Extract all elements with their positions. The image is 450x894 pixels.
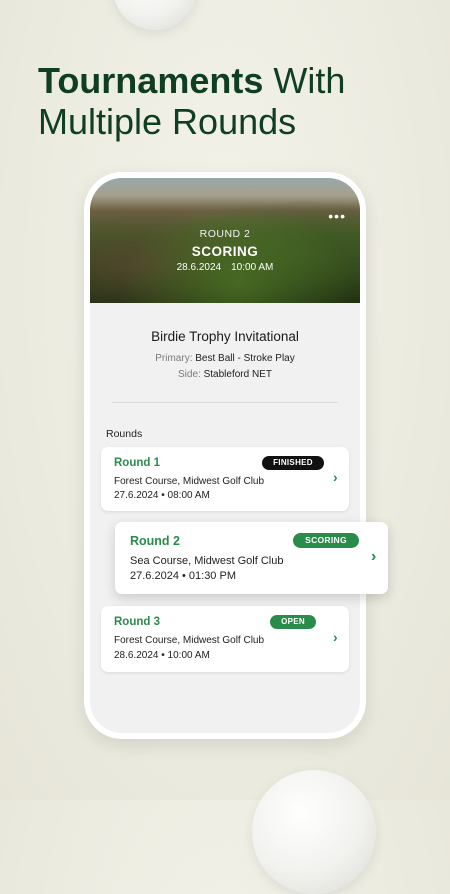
more-dots-icon[interactable]: ••• [328, 208, 346, 224]
side-format: Side: Stableford NET [90, 369, 360, 380]
hero-datetime: 28.6.2024 10:00 AM [90, 262, 360, 273]
round-datetime: 28.6.2024 • 10:00 AM [114, 650, 210, 661]
status-badge-scoring: SCORING [293, 533, 359, 548]
headline-line-2: Multiple Rounds [38, 101, 297, 142]
side-value: Stableford NET [203, 369, 272, 380]
round-course: Forest Course, Midwest Golf Club [114, 635, 265, 646]
status-badge-finished: FINISHED [262, 456, 324, 470]
divider [112, 402, 338, 403]
golf-ball-decoration [252, 770, 376, 894]
primary-label: Primary: [155, 353, 193, 364]
hero-banner: ••• ROUND 2 SCORING 28.6.2024 10:00 AM [90, 178, 360, 303]
chevron-right-icon: › [333, 469, 338, 485]
round-course: Sea Course, Midwest Golf Club [130, 555, 284, 567]
headline: Tournaments With Multiple Rounds [38, 60, 345, 142]
hero-date: 28.6.2024 [176, 262, 222, 273]
hero-time: 10:00 AM [231, 262, 274, 273]
headline-line-1: Tournaments With [38, 60, 345, 101]
side-label: Side: [178, 369, 201, 380]
round-title: Round 3 [114, 616, 160, 628]
headline-light: With [273, 60, 346, 101]
round-card-1[interactable]: Round 1 FINISHED Forest Course, Midwest … [101, 447, 349, 511]
round-title: Round 1 [114, 457, 160, 469]
round-title: Round 2 [130, 534, 180, 548]
golf-ball-decoration [113, 0, 197, 30]
round-card-2[interactable]: Round 2 SCORING Sea Course, Midwest Golf… [115, 522, 388, 594]
round-course: Forest Course, Midwest Golf Club [114, 476, 265, 487]
round-card-3[interactable]: Round 3 OPEN Forest Course, Midwest Golf… [101, 606, 349, 672]
round-datetime: 27.6.2024 • 08:00 AM [114, 490, 210, 501]
primary-format: Primary: Best Ball - Stroke Play [90, 353, 360, 364]
chevron-right-icon: › [333, 629, 338, 645]
tournament-name: Birdie Trophy Invitational [151, 329, 299, 344]
headline-bold: Tournaments [38, 60, 264, 101]
chevron-right-icon: › [371, 548, 377, 565]
status-badge-open: OPEN [270, 615, 316, 629]
primary-value: Best Ball - Stroke Play [195, 353, 295, 364]
rounds-section-label: Rounds [106, 428, 143, 440]
round-datetime: 27.6.2024 • 01:30 PM [130, 570, 236, 582]
hero-round-label: ROUND 2 [199, 228, 251, 240]
hero-status: SCORING [191, 244, 259, 259]
